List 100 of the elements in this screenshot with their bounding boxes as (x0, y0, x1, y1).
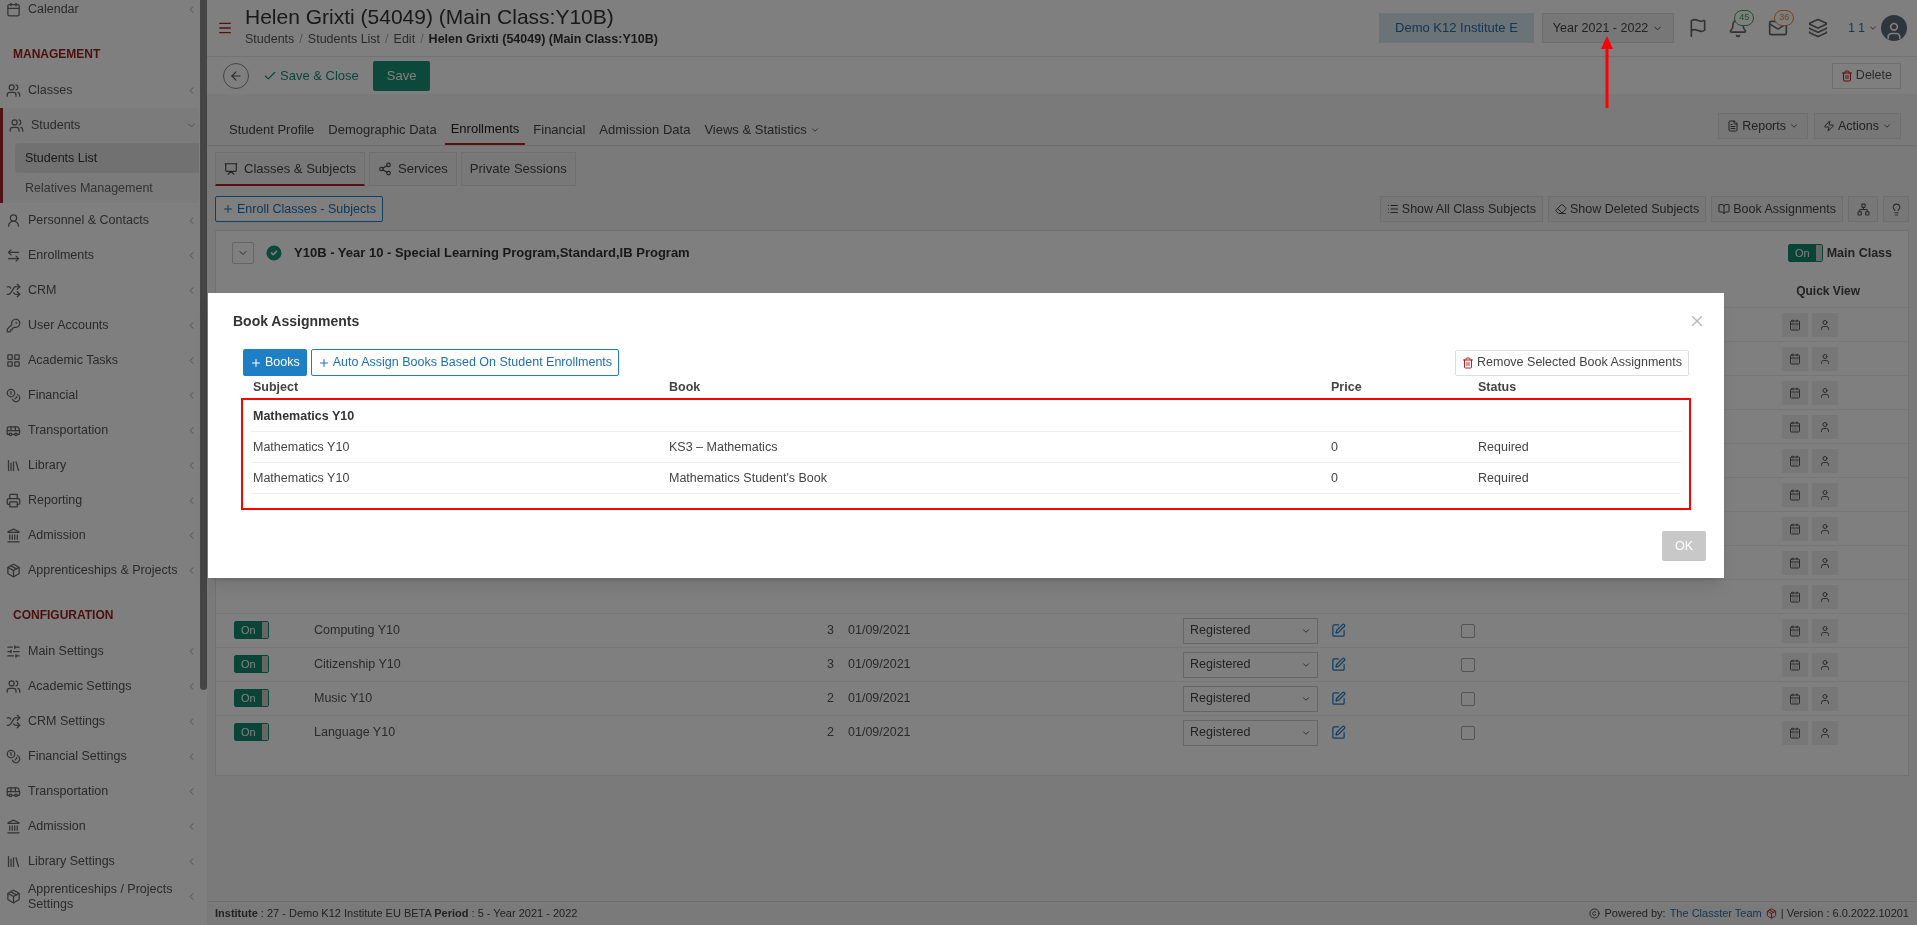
person-button[interactable] (1812, 380, 1838, 405)
tab[interactable]: Demographic Data (322, 115, 443, 145)
sidebar-item[interactable]: Academic Settings (0, 669, 199, 704)
person-button[interactable] (1812, 414, 1838, 439)
toggle-switch[interactable]: On (234, 689, 269, 708)
edit-icon[interactable] (1331, 657, 1346, 672)
person-button[interactable] (1812, 346, 1838, 371)
sidebar-item[interactable]: User Accounts (0, 308, 199, 343)
auto-assign-button[interactable]: Auto Assign Books Based On Student Enrollments (310, 349, 620, 376)
year-dropdown[interactable]: Year 2021 - 2022 (1541, 13, 1675, 43)
tab[interactable]: Financial (527, 115, 592, 145)
toolbar-button[interactable]: Show Deleted Subjects (1547, 196, 1707, 222)
status-select[interactable]: Registered (1183, 617, 1318, 644)
toolbar-icon-button[interactable] (1848, 196, 1878, 222)
calendar-button[interactable] (1782, 380, 1808, 405)
calendar-button[interactable] (1782, 312, 1808, 337)
person-button[interactable] (1812, 312, 1838, 337)
sidebar-item[interactable]: Students (3, 108, 199, 143)
sidebar-item[interactable]: Academic Tasks (0, 343, 199, 378)
status-select[interactable]: Registered (1183, 651, 1318, 678)
sidebar-item[interactable]: Transportation (0, 413, 199, 448)
sidebar-item[interactable]: Library Settings (0, 844, 199, 879)
status-select[interactable]: Registered (1183, 685, 1318, 712)
checkbox[interactable] (1461, 623, 1475, 638)
person-button[interactable] (1812, 584, 1838, 609)
toggle-switch[interactable]: On (234, 621, 269, 640)
team-link[interactable]: The Classter Team (1669, 905, 1762, 922)
sidebar-item[interactable]: Admission (0, 809, 199, 844)
sidebar-item[interactable]: Classes (0, 73, 199, 108)
calendar-button[interactable] (1782, 720, 1808, 745)
layers-icon[interactable] (1808, 18, 1829, 38)
breadcrumb-link[interactable]: Students List (307, 30, 381, 49)
status-select[interactable]: Registered (1183, 719, 1318, 746)
person-button[interactable] (1812, 720, 1838, 745)
delete-button[interactable]: Delete (1831, 62, 1901, 89)
save-close-button[interactable]: Save & Close (259, 65, 363, 86)
person-button[interactable] (1812, 448, 1838, 473)
checkbox[interactable] (1461, 657, 1475, 672)
toggle-switch[interactable]: On (234, 655, 269, 674)
calendar-button[interactable] (1782, 584, 1808, 609)
tab[interactable]: Views & Statistics (698, 115, 826, 145)
tab[interactable]: Student Profile (223, 115, 321, 145)
person-button[interactable] (1812, 482, 1838, 507)
edit-icon[interactable] (1331, 623, 1346, 638)
bell-icon[interactable] (1728, 18, 1749, 38)
save-button[interactable]: Save (372, 60, 431, 91)
calendar-button[interactable] (1782, 414, 1808, 439)
breadcrumb-link[interactable]: Edit (393, 30, 416, 49)
sidebar-item[interactable]: Apprenticeships / Projects Settings (0, 879, 199, 914)
calendar-button[interactable] (1782, 550, 1808, 575)
institute-button[interactable]: Demo K12 Institute E (1379, 13, 1534, 43)
checkbox[interactable] (1461, 691, 1475, 706)
calendar-button[interactable] (1782, 516, 1808, 541)
sidebar-item[interactable]: Library (0, 448, 199, 483)
enroll-button[interactable]: Enroll Classes - Subjects (215, 196, 383, 222)
subtab[interactable]: Private Sessions (460, 152, 576, 186)
sidebar-item[interactable]: Enrollments (0, 238, 199, 273)
actions-button[interactable]: Actions (1814, 113, 1901, 139)
person-button[interactable] (1812, 686, 1838, 711)
sidebar-item[interactable]: Apprenticeships & Projects (0, 553, 199, 588)
person-button[interactable] (1812, 516, 1838, 541)
sidebar-item[interactable]: Financial (0, 378, 199, 413)
calendar-button[interactable] (1782, 618, 1808, 643)
calendar-button[interactable] (1782, 652, 1808, 677)
subtab[interactable]: Services (369, 152, 457, 186)
sidebar-item[interactable]: Main Settings (0, 634, 199, 669)
sidebar-subitem[interactable]: Relatives Management (15, 173, 199, 203)
mail-icon[interactable] (1768, 18, 1789, 38)
sidebar-item[interactable]: CRM Settings (0, 704, 199, 739)
person-button[interactable] (1812, 550, 1838, 575)
sidebar-item[interactable]: Financial Settings (0, 739, 199, 774)
hint-button[interactable] (1883, 196, 1909, 222)
user-menu[interactable]: 1 1 (1848, 19, 1865, 37)
flag-icon[interactable] (1688, 18, 1709, 38)
sidebar-item[interactable]: Personnel & Contacts (0, 203, 199, 238)
add-books-button[interactable]: Books (243, 349, 307, 376)
remove-assignments-button[interactable]: Remove Selected Book Assignments (1455, 349, 1689, 376)
sidebar-item[interactable]: Admission (0, 518, 199, 553)
sidebar-item[interactable]: CRM (0, 273, 199, 308)
collapse-button[interactable] (232, 242, 254, 264)
menu-icon[interactable] (217, 20, 233, 36)
calendar-button[interactable] (1782, 482, 1808, 507)
calendar-button[interactable] (1782, 346, 1808, 371)
toggle-switch[interactable]: On (1788, 244, 1823, 262)
subtab[interactable]: Classes & Subjects (215, 152, 365, 186)
toolbar-button[interactable]: Show All Class Subjects (1379, 196, 1543, 222)
reports-button[interactable]: Reports (1718, 113, 1808, 139)
calendar-button[interactable] (1782, 448, 1808, 473)
toolbar-button[interactable]: Book Assignments (1711, 196, 1843, 222)
calendar-button[interactable] (1782, 686, 1808, 711)
person-button[interactable] (1812, 618, 1838, 643)
sidebar-item[interactable]: Transportation (0, 774, 199, 809)
edit-icon[interactable] (1331, 691, 1346, 706)
avatar[interactable] (1881, 15, 1907, 41)
breadcrumb-link[interactable]: Students (245, 30, 295, 49)
sidebar-item[interactable]: Reporting (0, 483, 199, 518)
edit-icon[interactable] (1331, 725, 1346, 740)
sidebar-item[interactable]: Calendar (0, 0, 199, 27)
person-button[interactable] (1812, 652, 1838, 677)
tab[interactable]: Enrollments (444, 115, 526, 145)
